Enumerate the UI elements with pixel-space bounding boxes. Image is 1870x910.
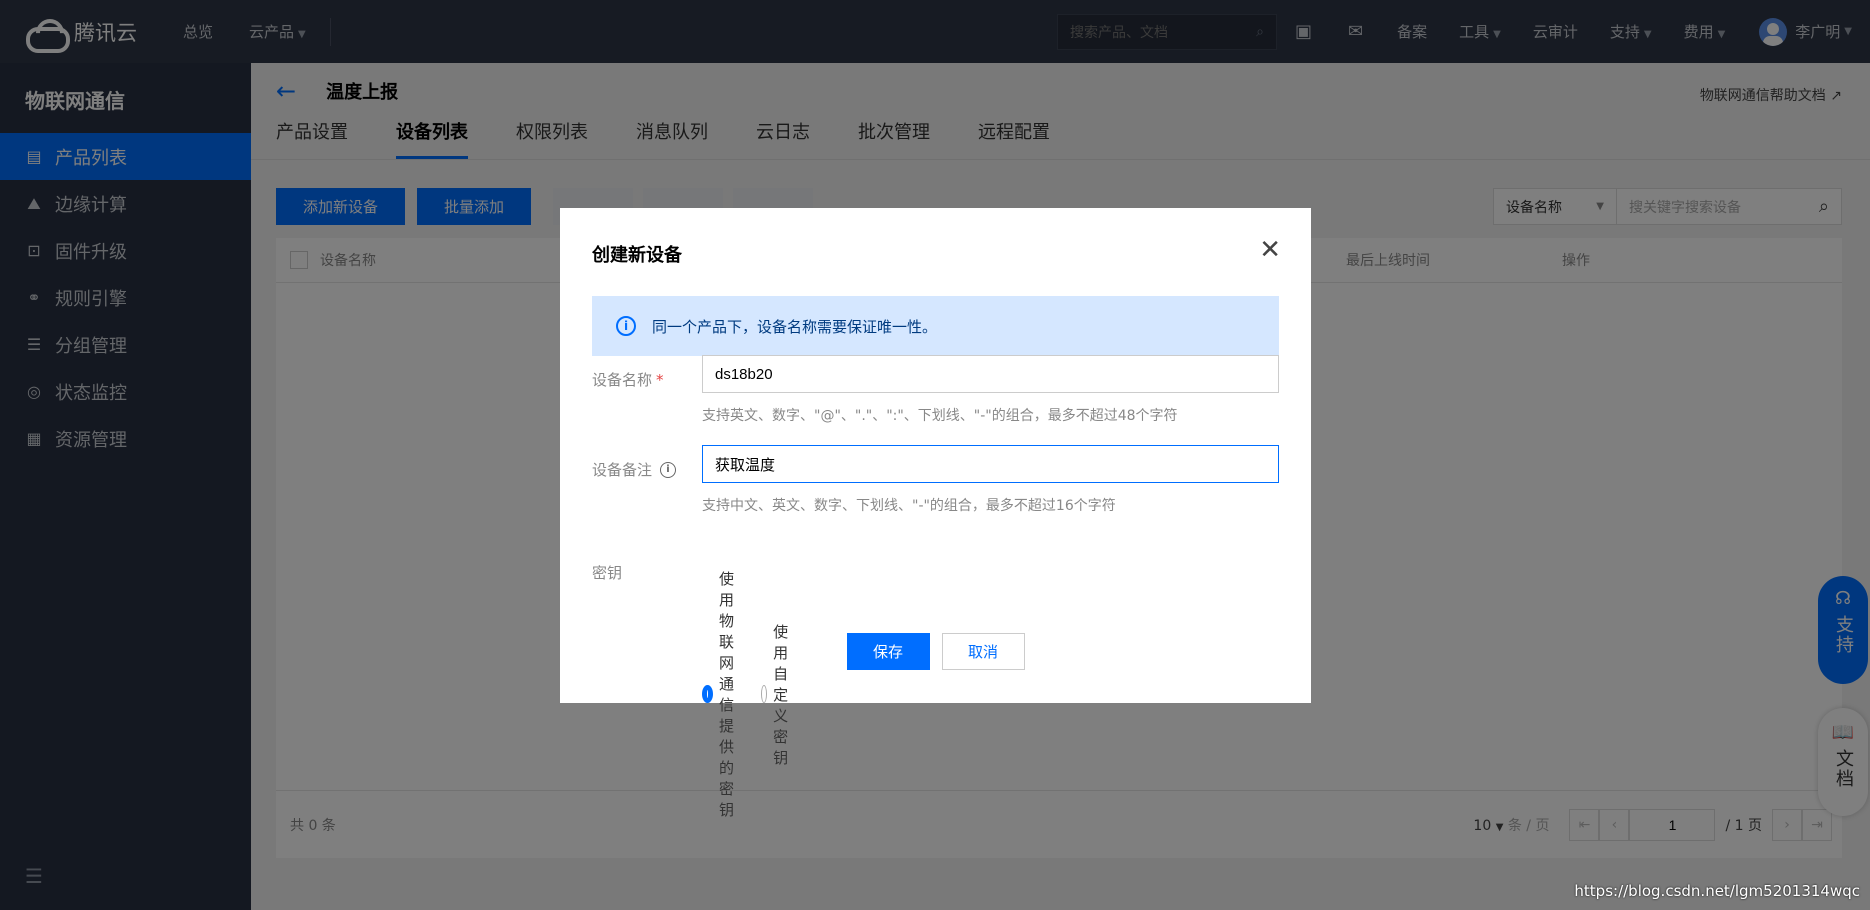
key-option-platform[interactable]: 使用物联网通信提供的密钥	[702, 568, 741, 820]
dialog-footer: 保存 取消	[560, 633, 1311, 670]
radio-checked[interactable]	[702, 685, 713, 703]
device-remark-input[interactable]	[702, 445, 1279, 483]
info-notice: i 同一个产品下，设备名称需要保证唯一性。	[592, 296, 1279, 356]
info-icon: i	[616, 316, 636, 336]
close-icon[interactable]: ✕	[1259, 237, 1281, 263]
device-name-input[interactable]	[702, 355, 1279, 393]
key-label: 密钥	[592, 564, 623, 582]
notice-text: 同一个产品下，设备名称需要保证唯一性。	[652, 317, 938, 336]
radio-unchecked[interactable]	[761, 685, 768, 703]
device-name-label: 设备名称 *	[592, 369, 664, 390]
create-device-dialog: 创建新设备 ✕ i 同一个产品下，设备名称需要保证唯一性。 设备名称* 支持英文…	[560, 208, 1311, 819]
device-remark-label-text: 设备备注	[592, 461, 653, 479]
watermark: https://blog.csdn.net/lgm5201314wqc	[1574, 882, 1860, 900]
device-name-hint: 支持英文、数字、"@"、"."、":"、下划线、"-"的组合，最多不超过48个字…	[702, 408, 1178, 424]
save-button[interactable]: 保存	[846, 633, 930, 670]
device-remark-label: 设备备注 i	[592, 459, 677, 480]
required-marker: *	[656, 370, 664, 389]
device-name-label-text: 设备名称	[592, 371, 653, 389]
key-option-platform-label: 使用物联网通信提供的密钥	[718, 570, 734, 819]
key-radio-group: 使用物联网通信提供的密钥 使用自定义密钥	[702, 568, 820, 820]
dialog-title: 创建新设备	[592, 245, 682, 266]
help-icon[interactable]: i	[660, 461, 677, 478]
device-remark-hint: 支持中文、英文、数字、下划线、"-"的组合，最多不超过16个字符	[702, 498, 1116, 514]
cancel-button[interactable]: 取消	[941, 633, 1025, 670]
